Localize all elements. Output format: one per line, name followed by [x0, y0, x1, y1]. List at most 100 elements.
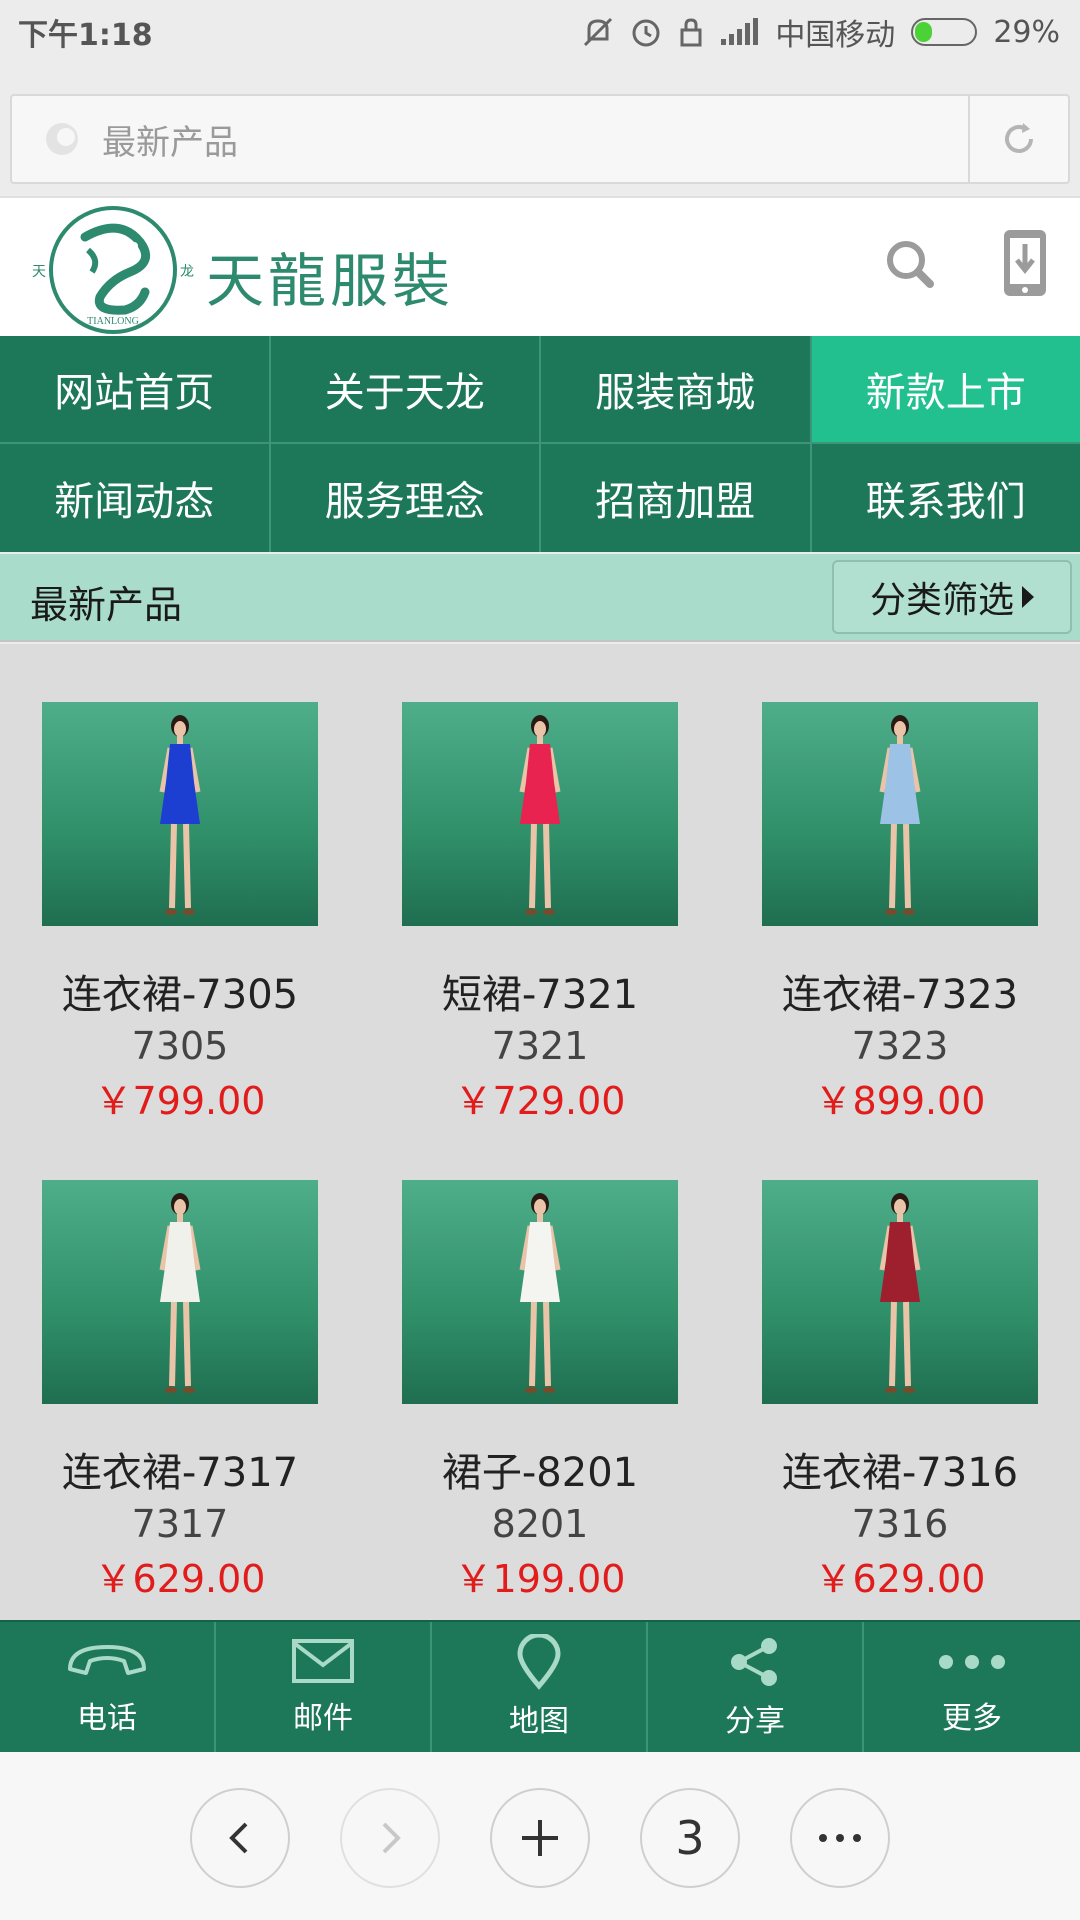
product-price: ￥629.00 [94, 1557, 266, 1601]
battery-percent: 29% [993, 14, 1060, 50]
forward-button[interactable] [340, 1788, 440, 1888]
logo-text: TIANLONG [87, 316, 139, 327]
tab-count: 3 [675, 1811, 705, 1865]
refresh-button[interactable] [968, 96, 1068, 182]
lock-icon [680, 18, 702, 47]
product-name[interactable]: 连衣裙-7317 [42, 1440, 318, 1498]
action-mail[interactable]: 邮件 [216, 1622, 432, 1752]
nav-item-service[interactable]: 服务理念 [270, 444, 539, 552]
product-photo[interactable] [402, 1180, 678, 1404]
product-code: 7317 [131, 1502, 229, 1546]
model-figure [879, 1193, 921, 1393]
product-name[interactable]: 连衣裙-7305 [42, 962, 318, 1020]
action-map[interactable]: 地图 [432, 1622, 648, 1752]
phone-download-icon [1004, 230, 1046, 296]
browser-menu-button[interactable] [790, 1788, 890, 1888]
caret-right-icon [1022, 586, 1034, 608]
action-label: 邮件 [293, 1701, 353, 1736]
nav-item-home[interactable]: 网站首页 [0, 336, 269, 442]
action-label: 电话 [77, 1701, 137, 1736]
product-card[interactable]: 裙子-8201 8201 ￥199.00 [402, 1180, 678, 1603]
model-figure [519, 715, 561, 915]
product-photo[interactable] [762, 1180, 1038, 1404]
search-icon [887, 241, 934, 288]
product-card[interactable]: 短裙-7321 7321 ￥729.00 [402, 702, 678, 1125]
product-photo[interactable] [42, 702, 318, 926]
carrier-name: 中国移动 [775, 18, 896, 53]
action-phone[interactable]: 电话 [0, 1622, 216, 1752]
tabs-button[interactable]: 3 [640, 1788, 740, 1888]
section-bar: 最新产品 分类筛选 [0, 554, 1080, 642]
product-code: 7305 [131, 1024, 229, 1068]
product-code: 7321 [491, 1024, 589, 1068]
product-name[interactable]: 裙子-8201 [402, 1440, 678, 1498]
product-name[interactable]: 连衣裙-7323 [762, 962, 1038, 1020]
nav-item-news[interactable]: 新闻动态 [0, 444, 269, 552]
nav-item-contact[interactable]: 联系我们 [811, 444, 1080, 552]
logo-side-right: 龙 [180, 264, 194, 280]
product-name[interactable]: 短裙-7321 [402, 962, 678, 1020]
brand-name[interactable]: 天龍服裝 [206, 234, 454, 318]
back-button[interactable] [190, 1788, 290, 1888]
product-name[interactable]: 连衣裙-7316 [762, 1440, 1038, 1498]
action-label: 分享 [725, 1704, 785, 1739]
product-price: ￥629.00 [814, 1557, 986, 1601]
chevron-left-icon [229, 1822, 248, 1854]
model-figure [879, 715, 921, 915]
action-more[interactable]: 更多 [864, 1622, 1080, 1752]
nav-item-franchise[interactable]: 招商加盟 [541, 444, 810, 552]
status-time: 下午1:18 [18, 18, 153, 53]
product-photo[interactable] [42, 1180, 318, 1404]
product-card[interactable]: 连衣裙-7316 7316 ￥629.00 [762, 1180, 1038, 1603]
product-card[interactable]: 连衣裙-7323 7323 ￥899.00 [762, 702, 1038, 1125]
filter-label: 分类筛选 [869, 580, 1014, 621]
product-photo[interactable] [402, 702, 678, 926]
signal-icon [721, 18, 759, 45]
product-card[interactable]: 连衣裙-7317 7317 ￥629.00 [42, 1180, 318, 1603]
brand-logo[interactable]: TIANLONG 天 龙 [30, 202, 196, 338]
nav-item-about[interactable]: 关于天龙 [270, 336, 539, 442]
alarm-icon [632, 19, 660, 47]
url-bar[interactable]: 最新产品 [10, 94, 1070, 184]
browser-toolbar: 3 [0, 1752, 1080, 1920]
refresh-icon [1005, 123, 1033, 153]
product-photo[interactable] [762, 702, 1038, 926]
product-code: 7323 [851, 1024, 949, 1068]
search-button[interactable] [880, 234, 940, 294]
nav-item-new-arrivals[interactable]: 新款上市 [811, 336, 1080, 442]
main-nav: 网站首页 关于天龙 服装商城 新款上市 新闻动态 服务理念 招商加盟 联系我们 [0, 336, 1080, 552]
plus-icon [522, 1820, 558, 1856]
mail-icon [292, 1639, 354, 1683]
category-filter-button[interactable]: 分类筛选 [832, 560, 1072, 634]
battery-level-fill [915, 22, 933, 42]
dragon-logo-icon: TIANLONG 天 龙 [32, 206, 194, 334]
product-price: ￥899.00 [814, 1079, 986, 1123]
product-price: ￥799.00 [94, 1079, 266, 1123]
more-horizontal-icon [819, 1834, 861, 1842]
logo-side-left: 天 [32, 264, 46, 280]
battery-icon [911, 18, 978, 46]
product-code: 8201 [491, 1502, 589, 1546]
action-bar: 电话 邮件 地图 分享 更多 [0, 1620, 1080, 1752]
app-download-button[interactable] [1000, 228, 1050, 298]
product-card[interactable]: 连衣裙-7305 7305 ￥799.00 [42, 702, 318, 1125]
product-code: 7316 [851, 1502, 949, 1546]
more-icon [939, 1655, 1005, 1669]
mute-icon [584, 17, 613, 47]
new-tab-button[interactable] [490, 1788, 590, 1888]
product-price: ￥199.00 [454, 1557, 626, 1601]
url-text[interactable]: 最新产品 [102, 115, 968, 164]
map-pin-icon [517, 1634, 561, 1690]
product-price: ￥729.00 [454, 1079, 626, 1123]
model-figure [159, 1193, 201, 1393]
status-bar: 下午1:18 中国移动 29% [0, 0, 1080, 62]
action-label: 地图 [509, 1704, 569, 1739]
share-icon [731, 1638, 777, 1686]
site-header: TIANLONG 天 龙 天龍服裝 [0, 196, 1080, 336]
action-share[interactable]: 分享 [648, 1622, 864, 1752]
model-figure [159, 715, 201, 915]
nav-item-mall[interactable]: 服装商城 [541, 336, 810, 442]
phone-icon [68, 1645, 146, 1675]
chevron-right-icon [382, 1822, 401, 1854]
section-title: 最新产品 [30, 583, 183, 627]
